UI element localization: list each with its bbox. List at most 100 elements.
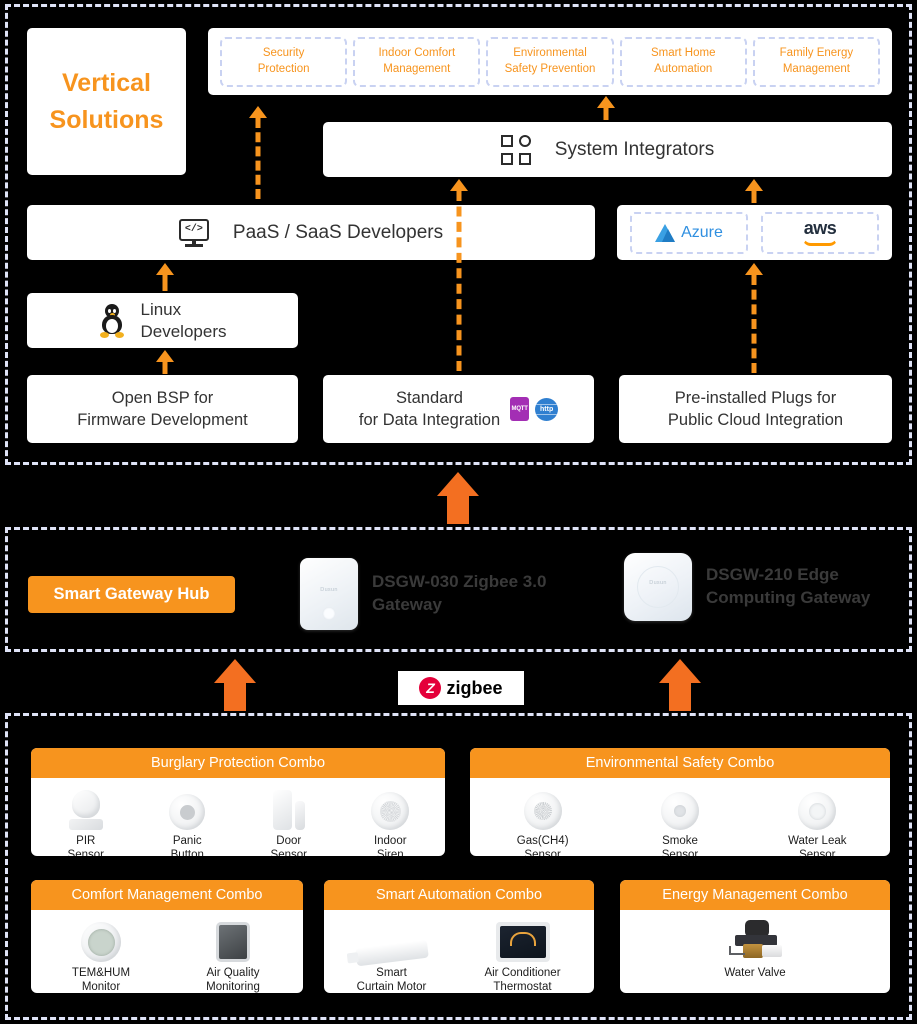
open-bsp-line1: Open BSP for	[111, 388, 214, 407]
solution-chip-indoor-comfort-management[interactable]: Indoor Comfort Management	[353, 36, 481, 87]
device-label: Air Quality Monitoring	[206, 966, 260, 993]
zigbee-label: zigbee	[446, 677, 503, 698]
device-label-line1: Smart	[376, 967, 407, 979]
open-bsp-card: Open BSP for Firmware Development	[27, 375, 298, 443]
chip-label-line1: Indoor Comfort	[378, 46, 456, 59]
preinstalled-line1: Pre-installed Plugs for	[674, 388, 837, 407]
device-label-line2: Monitor	[81, 981, 121, 993]
solution-chip-security-protection[interactable]: Security Protection	[220, 36, 348, 87]
device-label: Gas(CH4) Sensor	[517, 834, 569, 856]
vertical-solutions-chip-row: Security Protection Indoor Comfort Manag…	[208, 28, 892, 95]
dsgw-030-brand: Dusun	[320, 586, 338, 593]
aws-chip[interactable]: aws	[761, 211, 879, 254]
device-label-line2: Thermostat	[493, 981, 552, 993]
device-label: Indoor Siren	[374, 834, 407, 856]
system-integrators-card: System Integrators	[323, 122, 892, 177]
smart-gateway-hub-badge: Smart Gateway Hub	[28, 576, 235, 613]
combo-energy-title: Energy Management Combo	[620, 880, 890, 910]
device-label: Door Sensor	[271, 834, 307, 856]
solution-chip-environmental-safety-prevention[interactable]: Environmental Safety Prevention	[486, 36, 614, 87]
chip-label-line2: Management	[383, 62, 451, 75]
linux-developers-label: Linux Developers	[141, 299, 227, 342]
arrow-linux-to-paas	[156, 263, 174, 291]
door-sensor-icon	[272, 786, 305, 830]
chip-label-line1: Environmental	[513, 46, 587, 59]
arrow-cloud-to-integrators	[745, 179, 763, 203]
azure-label: Azure	[681, 223, 723, 241]
dsgw-030-label: DSGW-030 Zigbee 3.0 Gateway	[372, 572, 547, 614]
azure-chip[interactable]: Azure	[630, 211, 748, 254]
arrow-devices-right-to-gateway	[657, 659, 703, 711]
grid-squares-icon	[500, 134, 531, 165]
device-label-line2: Sensor	[270, 849, 307, 856]
device-panic-button: Panic Button	[146, 786, 228, 856]
pir-sensor-icon	[68, 786, 104, 830]
vertical-solutions-title-line2: Solutions	[49, 105, 164, 134]
arrow-paas-to-solutions	[249, 106, 267, 199]
device-smart-curtain-motor: Smart Curtain Motor	[340, 918, 444, 993]
device-label-line2: Button	[170, 849, 204, 856]
vertical-solutions-title-card: Vertical Solutions	[27, 28, 186, 175]
open-bsp-label: Open BSP for Firmware Development	[77, 387, 248, 432]
indoor-siren-icon	[371, 786, 410, 830]
combo-environmental-safety: Environmental Safety Combo Gas(CH4) Sens…	[470, 748, 890, 856]
device-label: PIR Sensor	[68, 834, 104, 856]
device-label: Panic Button	[171, 834, 204, 856]
device-label-line1: Smoke	[662, 835, 698, 847]
solution-chip-smart-home-automation[interactable]: Smart Home Automation	[619, 36, 747, 87]
device-label: Smart Curtain Motor	[357, 966, 427, 993]
combo-smart-automation: Smart Automation Combo Smart Curtain Mot…	[324, 880, 594, 993]
chip-label-line1: Security	[262, 46, 305, 59]
combo-burglary-title: Burglary Protection Combo	[31, 748, 445, 778]
chip-label-line2: Management	[782, 62, 850, 75]
device-gas-sensor: Gas(CH4) Sensor	[502, 786, 584, 856]
preinstalled-plugs-label: Pre-installed Plugs for Public Cloud Int…	[668, 387, 843, 432]
solution-chip-family-energy-management[interactable]: Family Energy Management	[752, 36, 881, 87]
device-water-valve: Water Valve	[690, 918, 820, 980]
chip-label-line2: Safety Prevention	[504, 62, 596, 75]
system-integrators-label: System Integrators	[554, 138, 715, 160]
chip-label-line2: Protection	[257, 62, 310, 75]
cloud-partners-card: Azure aws	[617, 205, 892, 260]
arrow-standard-to-integrators	[450, 179, 468, 371]
device-label-line1: TEM&HUM	[71, 967, 131, 979]
linux-label-line2: Developers	[140, 321, 227, 341]
device-label-line1: PIR	[76, 835, 96, 847]
open-bsp-line2: Firmware Development	[77, 411, 248, 429]
device-label-line2: Sensor	[661, 849, 699, 856]
device-label-line2: Siren	[376, 849, 404, 856]
device-label-line1: Water Valve	[724, 967, 786, 979]
gas-sensor-icon	[523, 786, 562, 830]
device-label: Air Conditioner Thermostat	[484, 966, 560, 993]
standard-data-integration-card: Standard for Data Integration MQTT http	[323, 375, 594, 443]
device-label-line1: Door	[276, 835, 302, 847]
preinstalled-line2: Public Cloud Integration	[667, 411, 844, 429]
device-tem-hum-monitor: TEM&HUM Monitor	[60, 918, 142, 993]
standard-data-line1: Standard	[396, 388, 463, 407]
device-label-line1: Indoor	[373, 835, 407, 847]
dsgw-210-label: DSGW-210 Edge Computing Gateway	[706, 565, 871, 607]
arrow-gateway-to-solutions	[435, 472, 481, 524]
device-label: Water Leak Sensor	[788, 834, 846, 856]
air-quality-monitor-icon	[216, 918, 250, 962]
temp-humidity-monitor-icon	[81, 918, 121, 962]
device-label-line1: Air Quality	[206, 967, 260, 979]
device-label-line1: Air Conditioner	[484, 967, 561, 979]
device-label: Smoke Sensor	[662, 834, 698, 856]
zigbee-mark-icon: Z	[419, 677, 442, 699]
device-air-conditioner-thermostat: Air Conditioner Thermostat	[467, 918, 579, 993]
device-label-line1: Water Leak	[788, 835, 847, 847]
panic-button-icon	[169, 786, 206, 830]
thermostat-icon	[495, 918, 550, 962]
water-leak-sensor-icon	[798, 786, 837, 830]
device-label: Water Valve	[724, 966, 785, 980]
device-label-line1: Gas(CH4)	[516, 835, 569, 847]
vertical-solutions-title-line1: Vertical	[62, 69, 151, 98]
arrow-integrators-to-solutions	[597, 96, 615, 120]
aws-logo-icon: aws	[802, 219, 838, 246]
azure-logo-icon	[655, 223, 676, 242]
monitor-code-icon: </>	[178, 218, 209, 247]
device-label-line1: Panic	[172, 835, 202, 847]
dsgw-030-device-image: Dusun	[300, 558, 358, 630]
chip-label-line1: Family Energy	[779, 46, 854, 59]
